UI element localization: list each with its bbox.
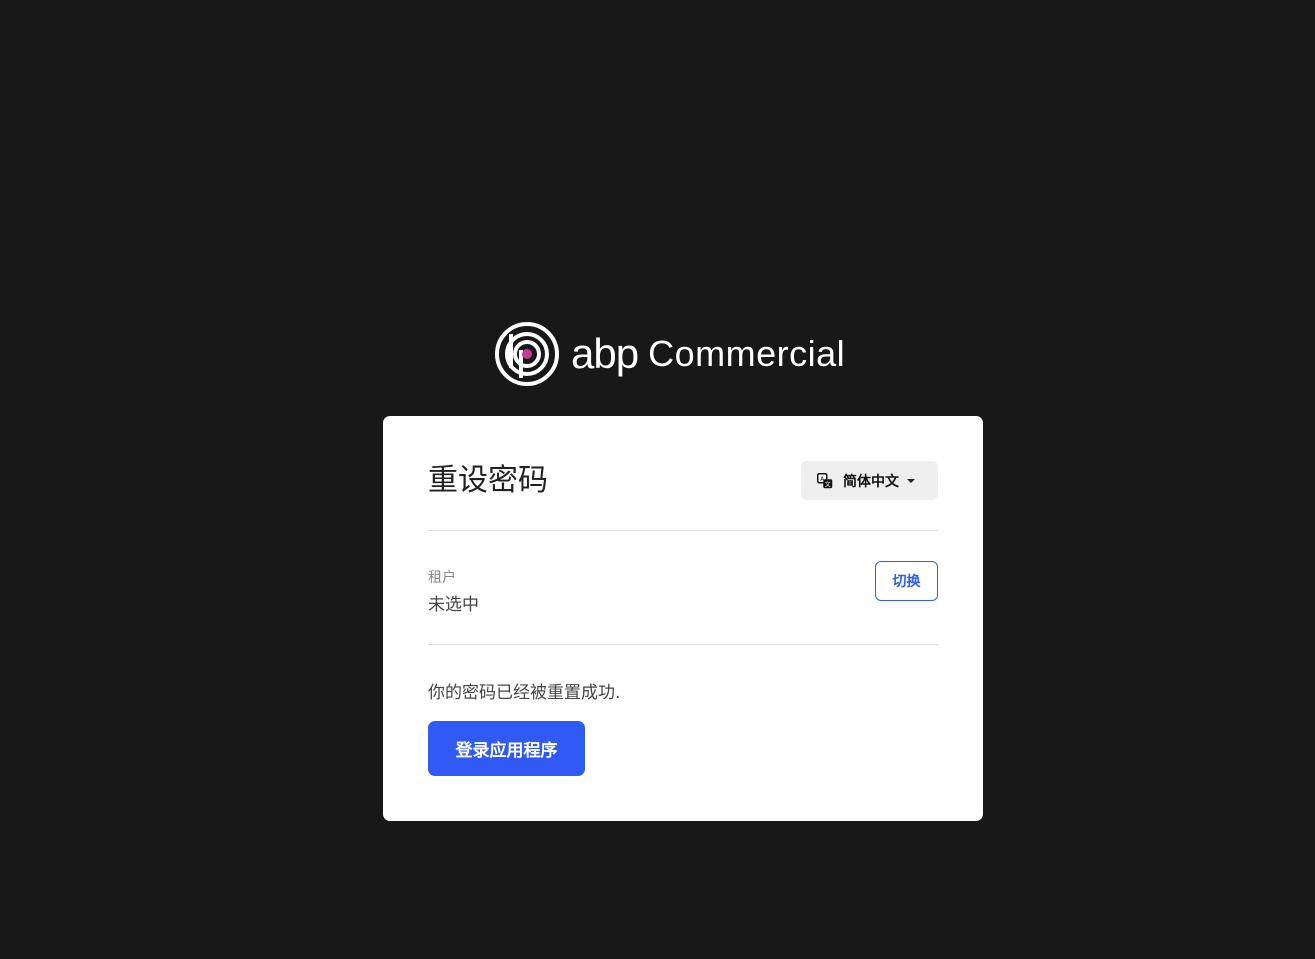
divider — [428, 644, 938, 645]
language-label: 简体中文 — [843, 473, 899, 490]
brand-logo: abp Commercial — [495, 321, 845, 387]
abp-logo-icon — [495, 322, 559, 386]
divider — [428, 530, 938, 531]
page: abp Commercial 重设密码 A 文 简体中文 租户 未选中 切换 你… — [0, 0, 1315, 959]
reset-password-card: 重设密码 A 文 简体中文 租户 未选中 切换 你的密码已经被重置成功. 登录应… — [383, 416, 983, 821]
switch-tenant-button[interactable]: 切换 — [875, 561, 938, 601]
page-title: 重设密码 — [428, 463, 548, 498]
caret-down-icon — [907, 478, 915, 483]
tenant-label: 租户 — [428, 570, 456, 586]
language-selector-button[interactable]: A 文 简体中文 — [801, 461, 938, 500]
login-app-button[interactable]: 登录应用程序 — [428, 721, 585, 776]
translate-icon: A 文 — [817, 472, 833, 488]
brand-name-secondary: Commercial — [648, 333, 846, 374]
success-message: 你的密码已经被重置成功. — [428, 683, 621, 703]
svg-text:文: 文 — [825, 480, 831, 488]
brand-name-primary: abp — [571, 330, 639, 377]
tenant-value: 未选中 — [428, 595, 479, 615]
